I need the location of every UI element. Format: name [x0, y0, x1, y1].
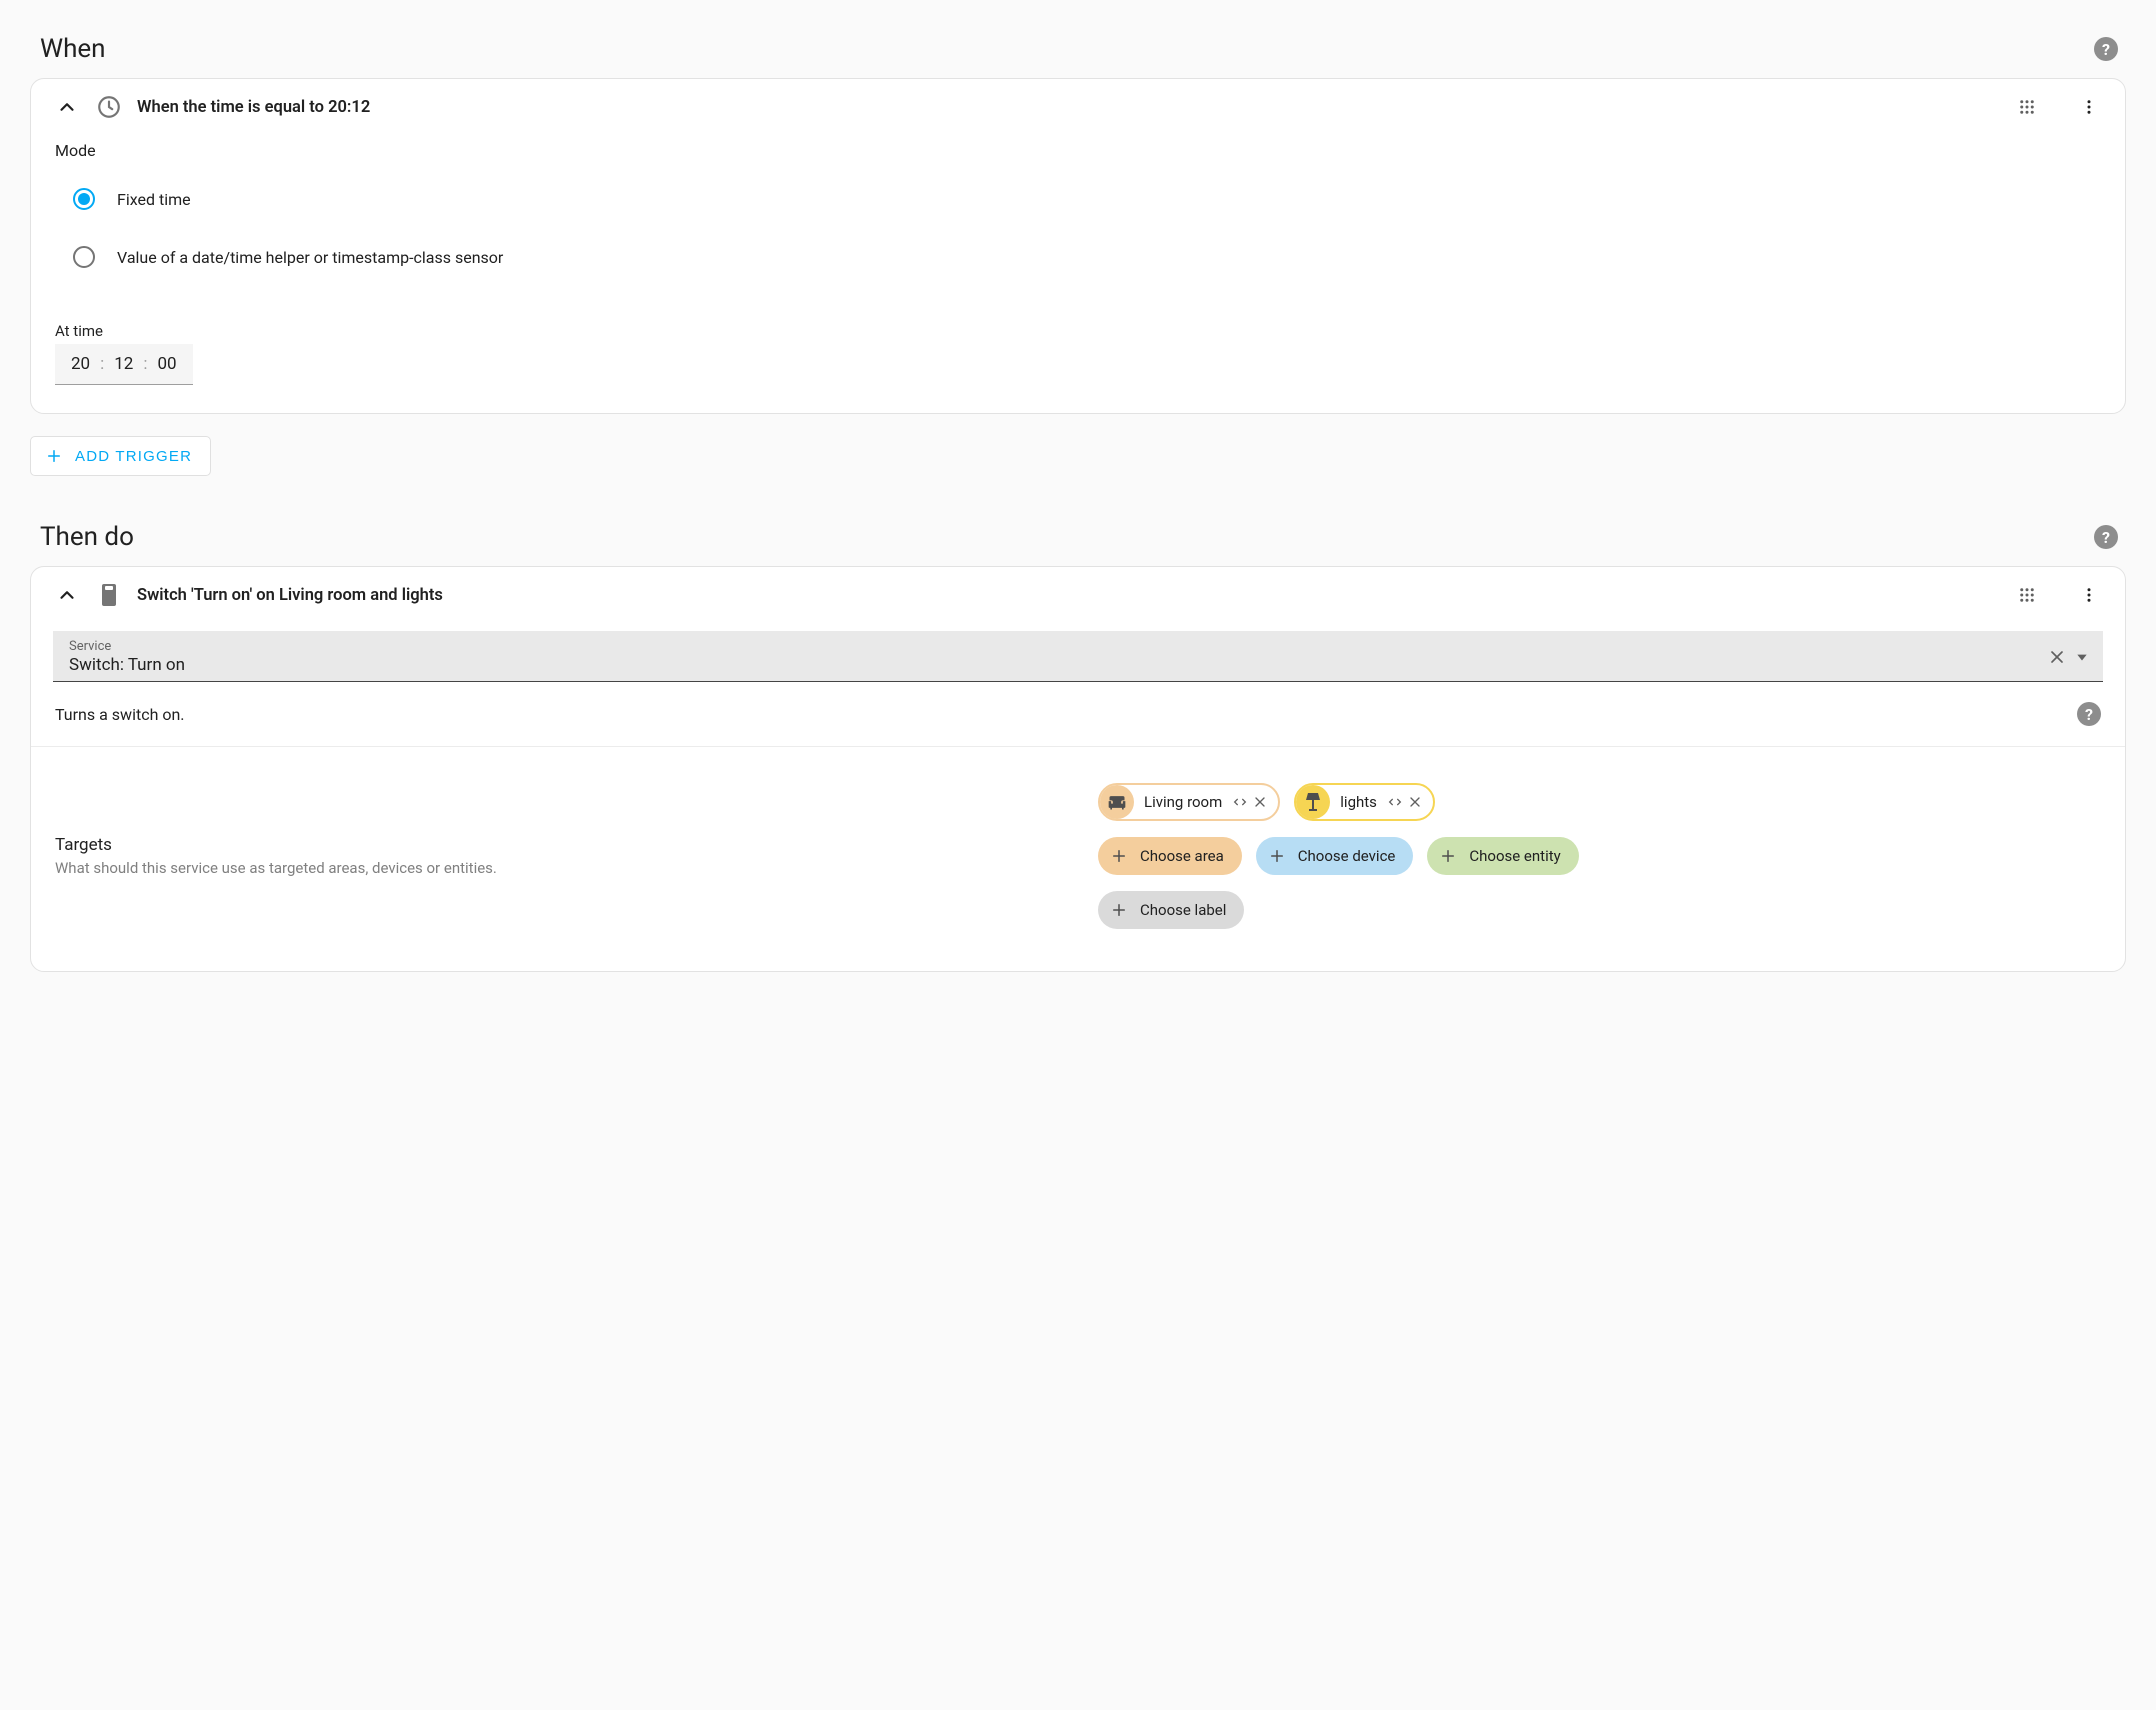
- plus-icon: [1108, 899, 1130, 921]
- service-description-row: Turns a switch on. ?: [31, 682, 2125, 747]
- overflow-menu-icon[interactable]: [2075, 93, 2103, 121]
- plus-icon: [45, 447, 63, 465]
- target-chip-area[interactable]: Living room: [1098, 783, 1280, 821]
- targets-chips: Living room lights: [1098, 783, 2101, 929]
- mode-option-helper[interactable]: Value of a date/time helper or timestamp…: [55, 236, 2101, 282]
- time-colon: :: [100, 354, 104, 374]
- targets-title: Targets: [55, 835, 1058, 855]
- time-mm: 12: [114, 354, 133, 374]
- trigger-title: When the time is equal to 20:12: [137, 98, 1999, 117]
- choose-label-button[interactable]: Choose label: [1098, 891, 1244, 929]
- plus-icon: [1437, 845, 1459, 867]
- add-trigger-button[interactable]: ADD TRIGGER: [30, 436, 211, 476]
- then-title: Then do: [40, 522, 134, 552]
- choose-area-label: Choose area: [1140, 847, 1224, 865]
- remove-icon[interactable]: [1252, 794, 1268, 810]
- time-colon: :: [143, 354, 147, 374]
- choose-area-button[interactable]: Choose area: [1098, 837, 1242, 875]
- then-section-header: Then do ?: [30, 512, 2126, 566]
- time-hh: 20: [71, 354, 90, 374]
- mode-option-helper-label: Value of a date/time helper or timestamp…: [117, 248, 503, 267]
- help-icon[interactable]: ?: [2094, 37, 2118, 61]
- device-icon: [95, 581, 123, 609]
- expand-icon[interactable]: [1387, 796, 1403, 808]
- radio-icon: [73, 246, 95, 268]
- chevron-up-icon[interactable]: [53, 93, 81, 121]
- at-time-label: At time: [55, 322, 2101, 340]
- service-field-label: Service: [69, 639, 2047, 654]
- sofa-icon: [1100, 785, 1134, 819]
- target-chip-device[interactable]: lights: [1294, 783, 1435, 821]
- action-card: Switch 'Turn on' on Living room and ligh…: [30, 566, 2126, 972]
- help-icon[interactable]: ?: [2077, 702, 2101, 726]
- chevron-up-icon[interactable]: [53, 581, 81, 609]
- add-trigger-label: ADD TRIGGER: [75, 448, 192, 465]
- mode-option-fixed-label: Fixed time: [117, 190, 191, 209]
- when-title: When: [40, 34, 106, 64]
- target-chip-device-label: lights: [1340, 793, 1377, 811]
- service-field-value: Switch: Turn on: [69, 655, 2047, 675]
- plus-icon: [1266, 845, 1288, 867]
- trigger-card-header[interactable]: When the time is equal to 20:12: [31, 79, 2125, 135]
- targets-info: Targets What should this service use as …: [55, 783, 1058, 929]
- mode-option-fixed[interactable]: Fixed time: [55, 178, 2101, 224]
- target-chip-area-label: Living room: [1144, 793, 1222, 811]
- mode-label: Mode: [55, 141, 2101, 160]
- plus-icon: [1108, 845, 1130, 867]
- service-description: Turns a switch on.: [55, 705, 185, 724]
- add-trigger-row: ADD TRIGGER: [30, 436, 2126, 476]
- choose-entity-label: Choose entity: [1469, 847, 1560, 865]
- help-icon[interactable]: ?: [2094, 525, 2118, 549]
- targets-row: Targets What should this service use as …: [31, 747, 2125, 971]
- choose-device-button[interactable]: Choose device: [1256, 837, 1414, 875]
- clock-icon: [95, 93, 123, 121]
- trigger-card: When the time is equal to 20:12 Mode Fix…: [30, 78, 2126, 414]
- lamp-icon: [1296, 785, 1330, 819]
- choose-label-label: Choose label: [1140, 901, 1226, 919]
- action-card-header[interactable]: Switch 'Turn on' on Living room and ligh…: [31, 567, 2125, 623]
- remove-icon[interactable]: [1407, 794, 1423, 810]
- clear-icon[interactable]: [2047, 647, 2067, 667]
- choose-entity-button[interactable]: Choose entity: [1427, 837, 1578, 875]
- choose-device-label: Choose device: [1298, 847, 1396, 865]
- trigger-card-body: Mode Fixed time Value of a date/time hel…: [31, 135, 2125, 413]
- drag-handle-icon[interactable]: [2013, 93, 2041, 121]
- action-title: Switch 'Turn on' on Living room and ligh…: [137, 586, 1999, 605]
- drag-handle-icon[interactable]: [2013, 581, 2041, 609]
- targets-subtitle: What should this service use as targeted…: [55, 859, 1058, 877]
- time-input[interactable]: 20 : 12 : 00: [55, 344, 193, 385]
- time-ss: 00: [157, 354, 176, 374]
- when-section-header: When ?: [30, 24, 2126, 78]
- radio-icon: [73, 188, 95, 210]
- overflow-menu-icon[interactable]: [2075, 581, 2103, 609]
- expand-icon[interactable]: [1232, 796, 1248, 808]
- dropdown-icon[interactable]: [2075, 650, 2089, 664]
- service-select[interactable]: Service Switch: Turn on: [53, 631, 2103, 682]
